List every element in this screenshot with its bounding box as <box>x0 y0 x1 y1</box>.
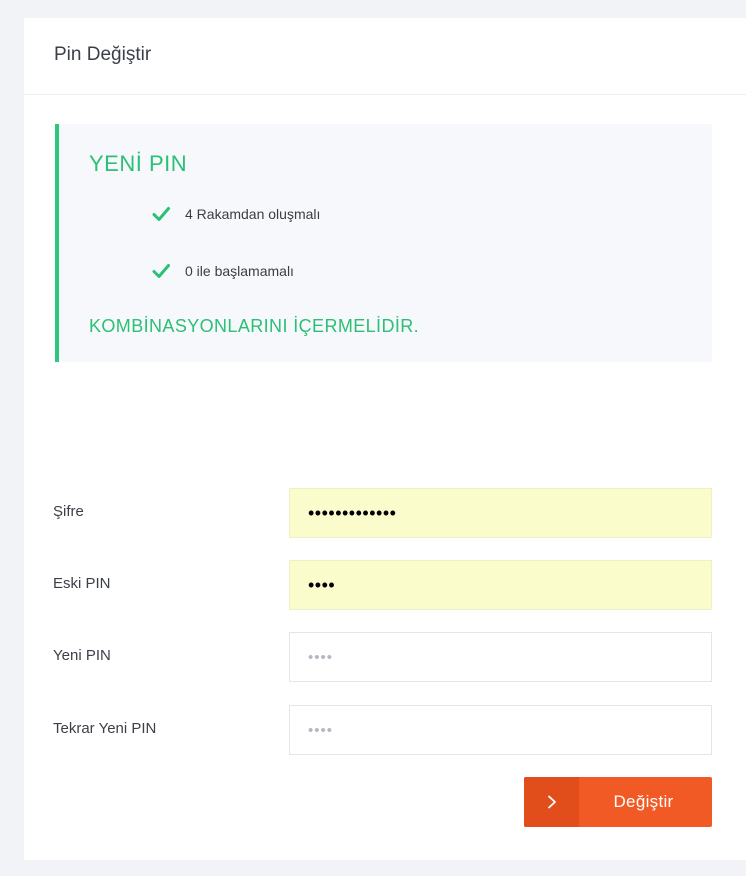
old-pin-label: Eski PIN <box>53 575 111 592</box>
rule-item: 4 Rakamdan oluşmalı <box>151 204 320 224</box>
password-input[interactable] <box>289 488 712 538</box>
rule-text: 4 Rakamdan oluşmalı <box>185 206 321 222</box>
page-title: Pin Değiştir <box>54 44 152 65</box>
confirm-pin-input[interactable] <box>289 705 712 755</box>
old-pin-row: Eski PIN <box>24 560 746 610</box>
confirm-pin-label: Tekrar Yeni PIN <box>53 720 157 737</box>
notice-footer: KOMBİNASYONLARINI İÇERMELİDİR. <box>89 316 420 336</box>
change-pin-button[interactable]: Değiştir <box>524 777 712 827</box>
check-icon <box>152 207 170 221</box>
confirm-pin-row: Tekrar Yeni PIN <box>24 705 746 755</box>
old-pin-input[interactable] <box>289 560 712 610</box>
chevron-right-icon <box>547 795 556 809</box>
card-header: Pin Değiştir <box>24 18 746 95</box>
new-pin-label: Yeni PIN <box>53 647 111 664</box>
change-pin-card: Pin Değiştir YENİ PIN 4 Rakamdan oluşmal… <box>24 18 746 860</box>
password-label: Şifre <box>53 503 84 520</box>
rule-text: 0 ile başlamamalı <box>185 263 294 279</box>
password-row: Şifre <box>24 488 746 538</box>
button-icon-wrap <box>524 777 579 827</box>
new-pin-row: Yeni PIN <box>24 632 746 682</box>
rule-item: 0 ile başlamamalı <box>151 261 294 281</box>
new-pin-input[interactable] <box>289 632 712 682</box>
pin-rules-notice: YENİ PIN 4 Rakamdan oluşmalı 0 ile başla… <box>55 124 712 362</box>
check-icon <box>152 264 170 278</box>
notice-title: YENİ PIN <box>89 151 188 176</box>
button-label: Değiştir <box>613 792 674 811</box>
